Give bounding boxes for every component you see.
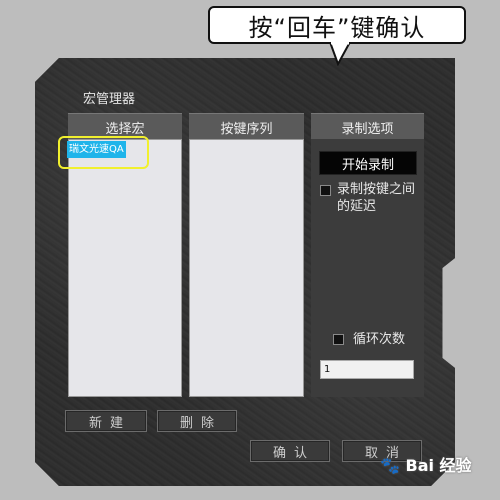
new-button[interactable]: 新建 bbox=[65, 410, 147, 432]
highlight-annotation bbox=[58, 136, 149, 169]
macro-list[interactable] bbox=[68, 139, 182, 397]
key-sequence-list[interactable] bbox=[189, 139, 304, 397]
start-record-button[interactable]: 开始录制 bbox=[319, 151, 417, 175]
loop-count-label: 循环次数 bbox=[353, 332, 406, 347]
record-options-panel bbox=[311, 139, 424, 397]
baidu-watermark: 🐾 Bai 经验 bbox=[380, 452, 472, 476]
record-options-header: 录制选项 bbox=[311, 113, 424, 140]
dialog-title: 宏管理器 bbox=[83, 92, 136, 107]
macro-manager-dialog: 宏管理器 选择宏 瑞文光速QA 按键序列 录制选项 开始录制 录制按键之间的延迟… bbox=[35, 58, 455, 486]
instruction-callout: 按“回车”键确认 bbox=[208, 6, 466, 44]
ok-button[interactable]: 确认 bbox=[250, 440, 330, 462]
key-sequence-header: 按键序列 bbox=[189, 113, 304, 140]
watermark-text: Bai 经验 bbox=[405, 456, 472, 475]
record-delay-checkbox[interactable] bbox=[320, 185, 331, 196]
callout-tail bbox=[328, 42, 352, 66]
paw-icon: 🐾 bbox=[380, 456, 400, 475]
loop-count-input[interactable]: 1 bbox=[320, 360, 414, 379]
loop-count-checkbox[interactable] bbox=[333, 334, 344, 345]
callout-text: 按“回车”键确认 bbox=[248, 13, 426, 42]
record-delay-label: 录制按键之间的延迟 bbox=[337, 182, 416, 214]
delete-button[interactable]: 删除 bbox=[157, 410, 237, 432]
